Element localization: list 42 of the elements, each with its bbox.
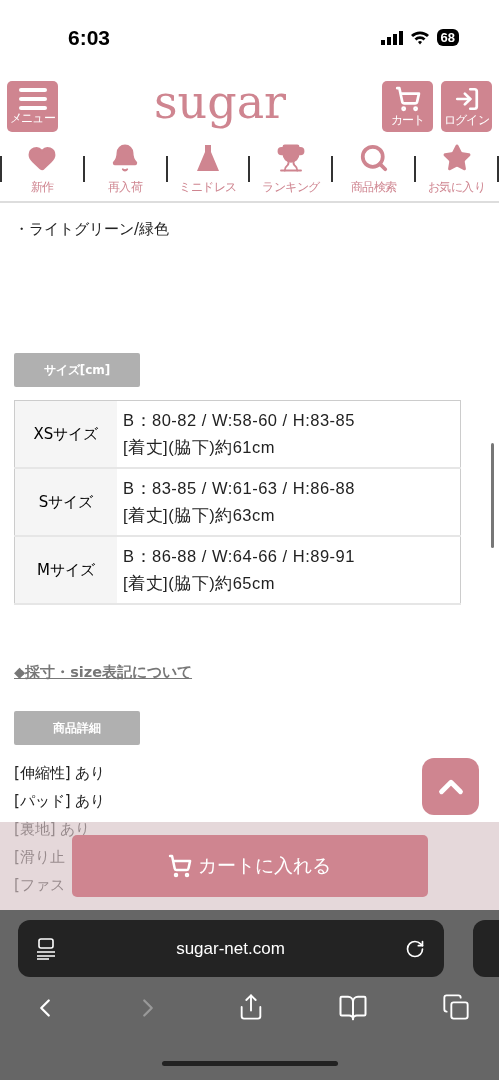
battery-indicator: 68	[436, 29, 459, 46]
nav-link[interactable]: ランキング	[250, 142, 332, 196]
tabs-icon[interactable]	[441, 993, 470, 1021]
menu-icon	[18, 88, 47, 110]
add-to-cart-button[interactable]: カートに入れる	[71, 835, 428, 897]
wifi-icon	[409, 30, 430, 45]
size-measure-cell: B：80-82 / W:58-60 / H:83-85 [着丈](脇下)約61cm	[117, 400, 461, 468]
reader-icon	[35, 937, 56, 960]
menu-button[interactable]: メニュー	[7, 80, 58, 132]
detail-line: [伸縮性] あり	[14, 763, 106, 784]
next-tab-preview[interactable]	[473, 920, 499, 977]
detail-line: [ファス	[14, 875, 65, 896]
detail-line: [滑り止	[14, 847, 65, 868]
size-measure-cell: B：86-88 / W:64-66 / H:89-91 [着丈](脇下)約65cm	[117, 536, 461, 604]
section-label: サイズ[cm]	[14, 353, 140, 387]
login-button[interactable]: ログイン	[441, 80, 492, 132]
cart-icon	[394, 86, 421, 112]
size-name-cell: Mサイズ	[14, 536, 117, 604]
reload-icon[interactable]	[405, 938, 426, 959]
size-name-cell: XSサイズ	[14, 400, 117, 468]
size-name-cell: Sサイズ	[14, 468, 117, 536]
signal-icon	[380, 30, 403, 45]
nav-link[interactable]: 再入荷	[84, 142, 166, 196]
status-time: 6:03	[68, 25, 111, 50]
nav-link[interactable]: 新作	[2, 142, 83, 196]
cart-button[interactable]: カート	[382, 80, 433, 132]
search-icon	[358, 142, 389, 173]
detail-line: [パッド] あり	[14, 791, 106, 812]
size-measure-cell: B：83-85 / W:61-63 / H:86-88 [着丈](脇下)約63cm	[117, 468, 461, 536]
login-icon	[453, 86, 480, 112]
section-label: 商品詳細	[14, 711, 140, 745]
size-guide-link[interactable]: ◆採寸・size表記について	[14, 663, 193, 682]
url-text: sugar-net.com	[176, 938, 285, 959]
star-icon	[441, 142, 472, 173]
nav-link[interactable]: お気に入り	[416, 142, 497, 196]
bookmarks-icon[interactable]	[338, 993, 368, 1023]
color-option: ・ライトグリーン/緑色	[14, 215, 170, 243]
cart-icon	[168, 854, 192, 878]
nav-link[interactable]: 商品検索	[333, 142, 415, 196]
address-bar[interactable]: sugar-net.com	[17, 920, 444, 977]
nav-link[interactable]: ミニドレス	[167, 142, 249, 196]
back-to-top-button[interactable]	[422, 758, 479, 815]
